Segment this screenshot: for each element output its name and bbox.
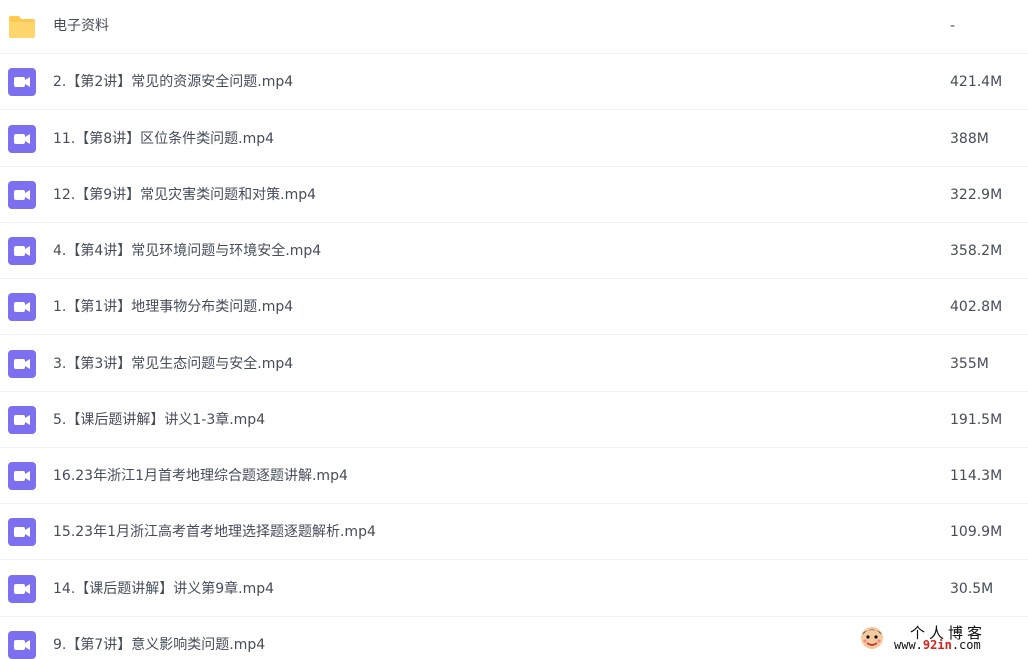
video-file-icon	[8, 631, 36, 659]
file-row[interactable]: 1.【第1讲】地理事物分布类问题.mp4 402.8M	[0, 279, 1028, 335]
file-name[interactable]: 16.23年浙江1月首考地理综合题逐题讲解.mp4	[53, 466, 348, 486]
file-size: 355M	[950, 356, 989, 372]
file-row[interactable]: 12.【第9讲】常见灾害类问题和对策.mp4 322.9M	[0, 167, 1028, 223]
file-row[interactable]: 15.23年1月浙江高考首考地理选择题逐题解析.mp4 109.9M	[0, 504, 1028, 560]
file-name[interactable]: 11.【第8讲】区位条件类问题.mp4	[53, 129, 274, 149]
video-file-icon	[8, 68, 36, 96]
video-file-icon	[8, 350, 36, 378]
file-size: 191.5M	[950, 412, 1003, 428]
file-name[interactable]: 电子资料	[53, 16, 109, 36]
file-row[interactable]: 2.【第2讲】常见的资源安全问题.mp4 421.4M	[0, 54, 1028, 110]
file-name[interactable]: 15.23年1月浙江高考首考地理选择题逐题解析.mp4	[53, 522, 376, 542]
file-size: 421.4M	[950, 74, 1003, 90]
folder-icon	[8, 12, 36, 40]
cartoon-avatar-icon	[861, 627, 883, 649]
video-file-icon	[8, 462, 36, 490]
file-row[interactable]: 4.【第4讲】常见环境问题与环境安全.mp4 358.2M	[0, 223, 1028, 279]
file-name[interactable]: 12.【第9讲】常见灾害类问题和对策.mp4	[53, 185, 316, 205]
file-name[interactable]: 4.【第4讲】常见环境问题与环境安全.mp4	[53, 241, 321, 261]
file-list: 电子资料 - 2.【第2讲】常见的资源安全问题.mp4 421.4M 11.【第8讲】区…	[0, 0, 1028, 659]
file-size: 109.9M	[950, 524, 1003, 540]
video-file-icon	[8, 125, 36, 153]
watermark-url: www.92in.com	[894, 638, 981, 652]
file-size: 322.9M	[950, 187, 1003, 203]
file-row[interactable]: 11.【第8讲】区位条件类问题.mp4 388M	[0, 111, 1028, 167]
watermark-url-highlight: 92in	[922, 638, 952, 652]
file-name[interactable]: 1.【第1讲】地理事物分布类问题.mp4	[53, 297, 293, 317]
video-file-icon	[8, 518, 36, 546]
watermark-url-prefix: www.	[894, 638, 923, 652]
video-file-icon	[8, 237, 36, 265]
folder-row[interactable]: 电子资料 -	[0, 0, 1028, 54]
video-file-icon	[8, 575, 36, 603]
site-watermark: 个人博客 www.92in.com	[858, 620, 1023, 656]
file-size: -	[950, 18, 956, 34]
file-size: 30.5M	[950, 581, 994, 597]
video-file-icon	[8, 181, 36, 209]
file-name[interactable]: 14.【课后题讲解】讲义第9章.mp4	[53, 579, 274, 599]
file-name[interactable]: 5.【课后题讲解】讲义1-3章.mp4	[53, 410, 265, 430]
file-size: 114.3M	[950, 468, 1003, 484]
file-name[interactable]: 3.【第3讲】常见生态问题与安全.mp4	[53, 354, 293, 374]
file-size: 402.8M	[950, 299, 1003, 315]
video-file-icon	[8, 293, 36, 321]
file-size: 358.2M	[950, 243, 1003, 259]
file-row[interactable]: 3.【第3讲】常见生态问题与安全.mp4 355M	[0, 336, 1028, 392]
file-name[interactable]: 9.【第7讲】意义影响类问题.mp4	[53, 635, 265, 655]
file-name[interactable]: 2.【第2讲】常见的资源安全问题.mp4	[53, 72, 293, 92]
file-size: 388M	[950, 131, 989, 147]
video-file-icon	[8, 406, 36, 434]
file-row[interactable]: 5.【课后题讲解】讲义1-3章.mp4 191.5M	[0, 392, 1028, 448]
file-row[interactable]: 16.23年浙江1月首考地理综合题逐题讲解.mp4 114.3M	[0, 448, 1028, 504]
watermark-url-suffix: .com	[951, 638, 981, 652]
file-row[interactable]: 14.【课后题讲解】讲义第9章.mp4 30.5M	[0, 561, 1028, 617]
